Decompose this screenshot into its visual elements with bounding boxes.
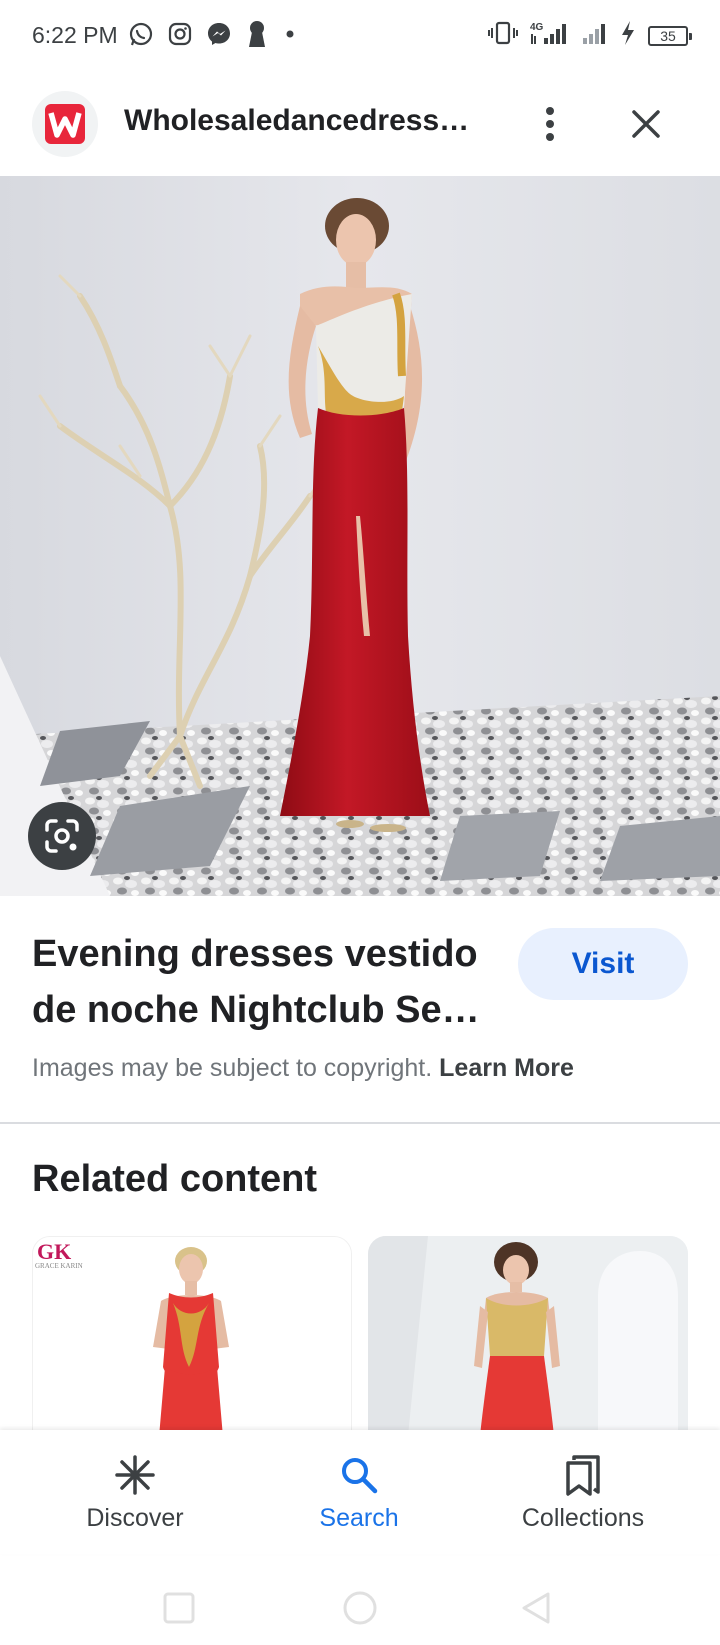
nav-search[interactable]: Search [259, 1430, 459, 1554]
search-icon [339, 1452, 379, 1498]
section-divider [0, 1122, 720, 1124]
instagram-icon [168, 22, 192, 51]
recents-icon[interactable] [163, 1592, 195, 1624]
nav-label-collections: Collections [521, 1504, 645, 1532]
signal-icon [582, 21, 608, 50]
copyright-text: Images may be subject to copyright. [32, 1054, 433, 1082]
close-button[interactable] [622, 100, 670, 148]
google-lens-icon [45, 819, 79, 853]
asterisk-icon [115, 1452, 155, 1498]
app-header: Wholesaledancedress.… [0, 88, 720, 172]
card-brand-subtitle: GRACE KARIN [35, 1262, 83, 1270]
site-title[interactable]: Wholesaledancedress.… [124, 104, 474, 138]
dot-icon [282, 26, 298, 47]
result-image[interactable] [0, 176, 720, 896]
related-dress-image: GK GRACE KARIN [33, 1237, 351, 1435]
nav-label-search: Search [319, 1504, 399, 1532]
related-card[interactable] [368, 1236, 688, 1436]
bottom-navigation: Discover Search Collections [0, 1430, 720, 1554]
related-dress-image [368, 1236, 688, 1436]
site-logo-icon [45, 104, 85, 144]
card-brand-logo: GK [37, 1239, 71, 1264]
back-icon[interactable] [522, 1592, 550, 1624]
signal-4g-icon: 4G [530, 20, 570, 51]
related-card[interactable]: GK GRACE KARIN [32, 1236, 352, 1436]
charging-icon [620, 20, 636, 51]
learn-more-link[interactable]: Learn More [439, 1054, 574, 1082]
nav-label-discover: Discover [86, 1504, 184, 1532]
messenger-icon [206, 21, 232, 52]
network-type-label: 4G [530, 22, 544, 33]
home-icon[interactable] [343, 1591, 377, 1625]
keyhole-icon [246, 20, 268, 53]
more-vert-icon [546, 107, 554, 141]
close-icon [632, 110, 660, 138]
vibrate-icon [488, 21, 518, 50]
copyright-notice: Images may be subject to copyright. Lear… [32, 1054, 574, 1083]
visit-button[interactable]: Visit [518, 928, 688, 1000]
lens-button[interactable] [28, 802, 96, 870]
status-time: 6:22 PM [32, 22, 118, 48]
nav-discover[interactable]: Discover [35, 1430, 235, 1554]
whatsapp-icon [128, 21, 154, 52]
battery-icon: 35 [648, 25, 692, 46]
system-status-icons: 4G 35 [488, 20, 692, 51]
site-favicon[interactable] [32, 91, 98, 157]
result-title[interactable]: Evening dresses vestido de noche Nightcl… [32, 926, 492, 1038]
dress-photo [0, 176, 720, 896]
nav-collections[interactable]: Collections [483, 1430, 683, 1554]
bookmarks-icon [564, 1452, 602, 1498]
system-navigation-bar [0, 1560, 720, 1640]
status-bar: 6:22 PM 4G 35 [0, 0, 720, 72]
notification-icons [128, 20, 298, 53]
related-content-heading: Related content [32, 1158, 318, 1200]
more-options-button[interactable] [528, 100, 572, 148]
